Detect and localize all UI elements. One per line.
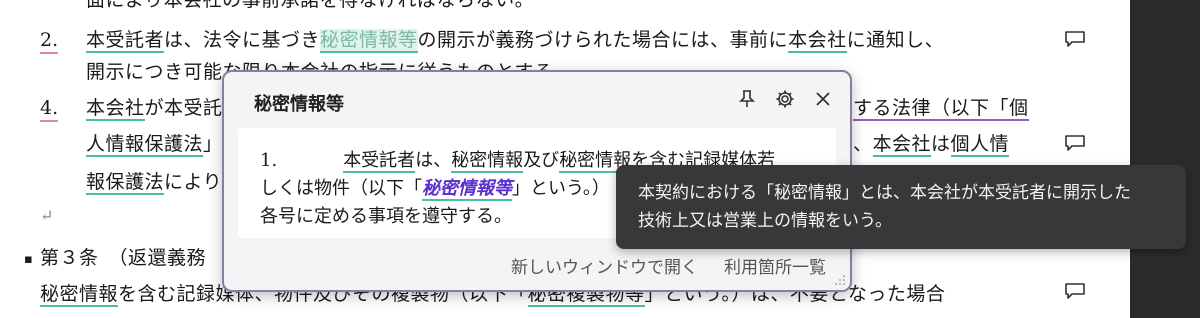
doc-line: 人情報保護法」 <box>86 133 223 157</box>
defined-term-emphasis[interactable]: 秘密情報等 <box>422 178 512 201</box>
defined-term-link[interactable]: 本受託者 <box>86 29 165 53</box>
list-number: 2. <box>40 26 59 54</box>
defined-term-link[interactable]: 秘密情報 <box>40 283 119 307</box>
article-heading: 第３条 （返還義務 <box>40 247 207 269</box>
doc-text: 面により本会社の事前承諾を得なければならない。 <box>86 0 535 11</box>
tooltip-line: 本契約における「秘密情報」とは、本会社が本受託者に開示した <box>638 183 1131 203</box>
usage-list-link[interactable]: 利用箇所一覧 <box>724 253 826 278</box>
defined-term-highlight[interactable]: 秘密情報等 <box>320 29 418 53</box>
close-icon[interactable] <box>812 88 834 110</box>
defined-term-link[interactable]: 本会社 <box>872 133 932 157</box>
defined-term-link[interactable]: 人情報保護法 <box>86 133 204 157</box>
defined-term-link[interactable]: 個人情 <box>950 133 1010 157</box>
paragraph-mark: ↵ <box>40 206 54 225</box>
popup-line: 各号に定める事項を遵守する。 <box>260 206 512 227</box>
list-number: 4. <box>40 94 59 122</box>
defined-term-link[interactable]: 本受託者 <box>343 150 416 173</box>
right-side-panel <box>1130 0 1200 318</box>
defined-term-link[interactable]: 本会社 <box>788 29 847 53</box>
defined-term-link[interactable]: 報保護法 <box>86 171 165 195</box>
doc-line: 本受託者は、法令に基づき秘密情報等の開示が義務づけられた場合には、事前に本会社に… <box>86 29 945 53</box>
open-new-window-link[interactable]: 新しいウィンドウで開く <box>511 253 698 278</box>
bullet-marker: ▪ <box>24 252 34 267</box>
doc-line: する法律（以下「個 <box>853 97 1029 121</box>
defined-term-link[interactable]: 秘密情報 <box>451 150 524 173</box>
resize-grip-icon[interactable] <box>834 274 846 286</box>
definition-tooltip: 本契約における「秘密情報」とは、本会社が本受託者に開示した 技術上又は営業上の情… <box>616 165 1186 249</box>
defined-term-link[interactable]: 本会社 <box>86 97 145 121</box>
popup-line: しくは物件（以下「秘密情報等」という。） <box>260 178 610 201</box>
doc-line: 面により本会社の事前承諾を得なければならない。 <box>86 0 534 14</box>
gear-icon[interactable] <box>774 88 796 110</box>
doc-line: 本会社が本受託 <box>86 97 223 121</box>
doc-line: 、本会社は個人情 <box>853 133 1010 157</box>
comment-icon[interactable] <box>1064 134 1086 152</box>
pin-icon[interactable] <box>736 88 758 110</box>
comment-icon[interactable] <box>1064 30 1086 48</box>
doc-line: 報保護法により <box>86 171 223 195</box>
popup-title: 秘密情報等 <box>254 94 344 115</box>
comment-icon[interactable] <box>1064 282 1086 300</box>
tooltip-line: 技術上又は営業上の情報をいう。 <box>638 211 892 231</box>
